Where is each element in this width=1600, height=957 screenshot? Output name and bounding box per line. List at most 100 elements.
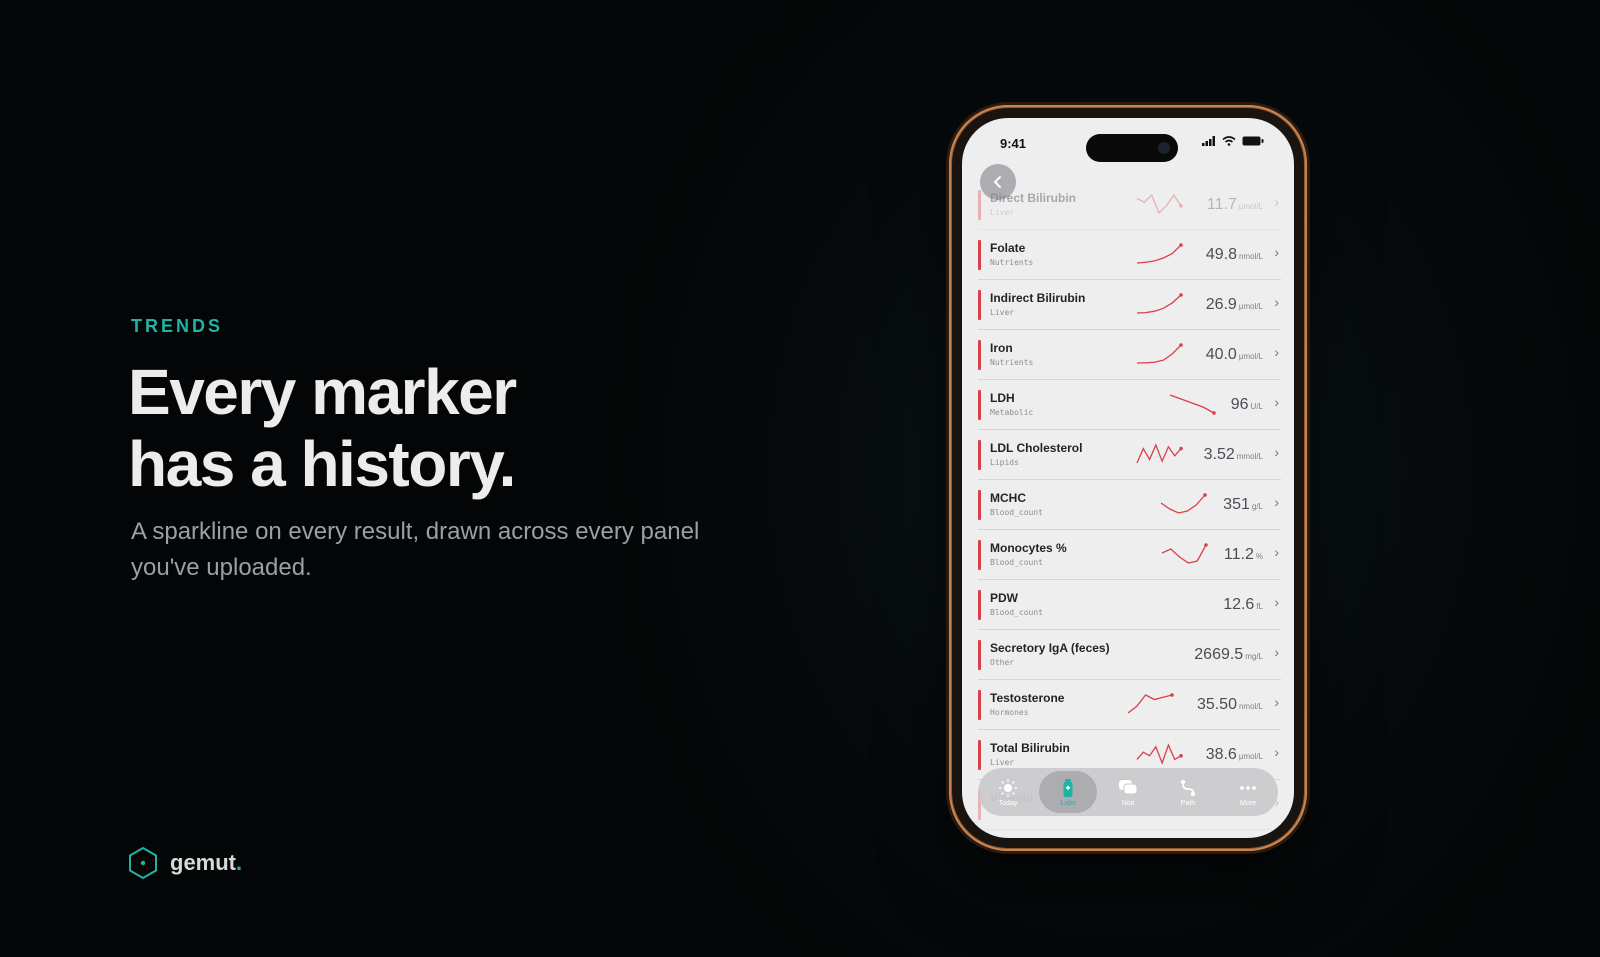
marker-row[interactable]: Secretory IgA (feces) Other 2669.5 mg/L › <box>978 630 1281 680</box>
marker-row[interactable]: MCHC Blood_count 351 g/L › <box>978 480 1281 530</box>
marker-category: Hormones <box>990 708 1029 717</box>
marker-name: LDH <box>990 391 1015 405</box>
marker-row[interactable]: Iron Nutrients 40.0 μmol/L › <box>978 330 1281 380</box>
marker-row[interactable]: LDH Metabolic 96 U/L › <box>978 380 1281 430</box>
marker-value: 35.50 nmol/L <box>1197 696 1263 714</box>
sparkline-latest-point <box>1204 543 1208 547</box>
marker-category: Liver <box>990 208 1015 217</box>
sparkline-path <box>1169 394 1215 414</box>
value-number: 40.0 <box>1205 346 1237 363</box>
value-unit: μmol/L <box>1238 302 1263 311</box>
marker-value: 2669.5 mg/L <box>1194 646 1263 664</box>
status-indicator <box>978 740 981 770</box>
hero-subhead: A sparkline on every result, drawn acros… <box>131 518 700 581</box>
marker-name: Monocytes % <box>990 541 1067 555</box>
marker-row[interactable]: Monocytes % Blood_count 11.2% › <box>978 530 1281 580</box>
marker-name: Testosterone <box>990 691 1065 705</box>
status-indicator <box>978 590 981 620</box>
value-unit: nmol/L <box>1238 252 1263 261</box>
sparkline <box>1127 693 1174 714</box>
marker-category: Liver <box>990 308 1015 317</box>
value-number: 11.7 <box>1206 196 1237 213</box>
chevron-left-icon <box>993 176 1001 188</box>
value-number: 3.52 <box>1203 446 1235 463</box>
status-bar: 9:41 <box>962 118 1294 162</box>
sparkline-latest-point <box>1212 411 1216 415</box>
marker-value: 11.7 μmol/L <box>1207 196 1263 214</box>
tab-labs[interactable]: Labs <box>1039 771 1097 813</box>
chevron-right-icon: › <box>1274 344 1279 360</box>
marker-row[interactable]: Direct Bilirubin Liver 11.7 μmol/L › <box>978 180 1281 230</box>
marker-row[interactable]: Folate Nutrients 49.8 nmol/L › <box>978 230 1281 280</box>
value-number: 351 <box>1223 496 1250 513</box>
marker-category: Other <box>990 658 1015 667</box>
marker-labels: Secretory IgA (feces) Other <box>990 641 1110 667</box>
chevron-right-icon: › <box>1274 594 1279 610</box>
value-number: 96 <box>1230 396 1249 413</box>
tab-more[interactable]: More <box>1219 771 1277 813</box>
chevron-right-icon: › <box>1274 394 1279 410</box>
marker-row[interactable]: PDW Blood_count 12.6 fL › <box>978 580 1281 630</box>
sparkline-path <box>1136 294 1182 314</box>
marker-labels: LDL Cholesterol Lipids <box>990 441 1082 467</box>
marker-value: 11.2% <box>1224 546 1263 564</box>
headline-line-1: Every marker <box>128 356 517 428</box>
value-number: 26.9 <box>1205 296 1237 313</box>
sparkline <box>1136 243 1183 264</box>
marker-name: Indirect Bilirubin <box>990 291 1086 305</box>
marker-category: Blood_count <box>990 608 1043 617</box>
sparkline-latest-point <box>1170 693 1174 697</box>
sparkline-latest-point <box>1179 343 1183 347</box>
tab-path[interactable]: Path <box>1159 771 1217 813</box>
value-number: 2669.5 <box>1194 646 1244 663</box>
sparkline <box>1161 543 1208 564</box>
status-indicator <box>978 640 981 670</box>
value-unit: μmol/L <box>1238 752 1263 761</box>
chevron-right-icon: › <box>1274 294 1279 310</box>
marker-row[interactable]: LDL Cholesterol Lipids 3.52 mmol/L › <box>978 430 1281 480</box>
value-unit: nmol/L <box>1238 702 1263 711</box>
phone-screen: 9:41 Direct Bilirubin Liver 11.7 μmol/L … <box>962 118 1294 838</box>
status-indicator <box>978 690 981 720</box>
tab-today[interactable]: Today <box>979 771 1037 813</box>
value-number: 49.8 <box>1205 246 1237 263</box>
sparkline <box>1136 443 1183 464</box>
marker-value: 12.6 fL <box>1223 596 1263 614</box>
marker-name: LDL Cholesterol <box>990 441 1083 455</box>
sparkline <box>1136 293 1183 314</box>
marker-row[interactable]: Indirect Bilirubin Liver 26.9 μmol/L › <box>978 280 1281 330</box>
dynamic-island <box>1086 134 1178 162</box>
value-unit: μmol/L <box>1238 352 1263 361</box>
value-unit: % <box>1255 552 1263 561</box>
status-indicator <box>978 440 981 470</box>
value-number: 38.6 <box>1205 746 1237 763</box>
value-unit: U/L <box>1250 402 1263 411</box>
marker-value: 49.8 nmol/L <box>1206 246 1263 264</box>
sparkline-latest-point <box>1179 204 1183 208</box>
chevron-right-icon: › <box>1274 544 1279 560</box>
marker-row[interactable]: Testosterone Hormones 35.50 nmol/L › <box>978 680 1281 730</box>
marker-category: Blood_count <box>990 508 1043 517</box>
section-eyebrow: TRENDS <box>131 316 224 336</box>
sparkline-path <box>1136 344 1182 364</box>
tab-label: Today <box>998 799 1018 807</box>
marker-name: Secretory IgA (feces) <box>990 641 1110 655</box>
sparkline-latest-point <box>1179 446 1183 451</box>
sparkline <box>1136 343 1183 364</box>
marker-name: MCHC <box>990 491 1026 505</box>
sun-icon <box>999 778 1017 797</box>
tab-label: Labs <box>1060 799 1076 807</box>
sparkline <box>1169 394 1216 415</box>
more-icon <box>1240 785 1256 790</box>
chevron-right-icon: › <box>1274 694 1279 710</box>
marker-name: Folate <box>990 241 1026 255</box>
value-unit: μmol/L <box>1238 202 1263 211</box>
value-number: 11.2 <box>1223 546 1254 563</box>
marker-name: PDW <box>990 591 1018 605</box>
tab-noa[interactable]: Noa <box>1099 771 1157 813</box>
marker-labels: Iron Nutrients <box>990 341 1033 367</box>
sparkline-latest-point <box>1203 493 1207 497</box>
phone-mockup: 9:41 Direct Bilirubin Liver 11.7 μmol/L … <box>949 105 1307 851</box>
sparkline-path <box>1127 694 1173 714</box>
back-button[interactable] <box>980 164 1016 200</box>
